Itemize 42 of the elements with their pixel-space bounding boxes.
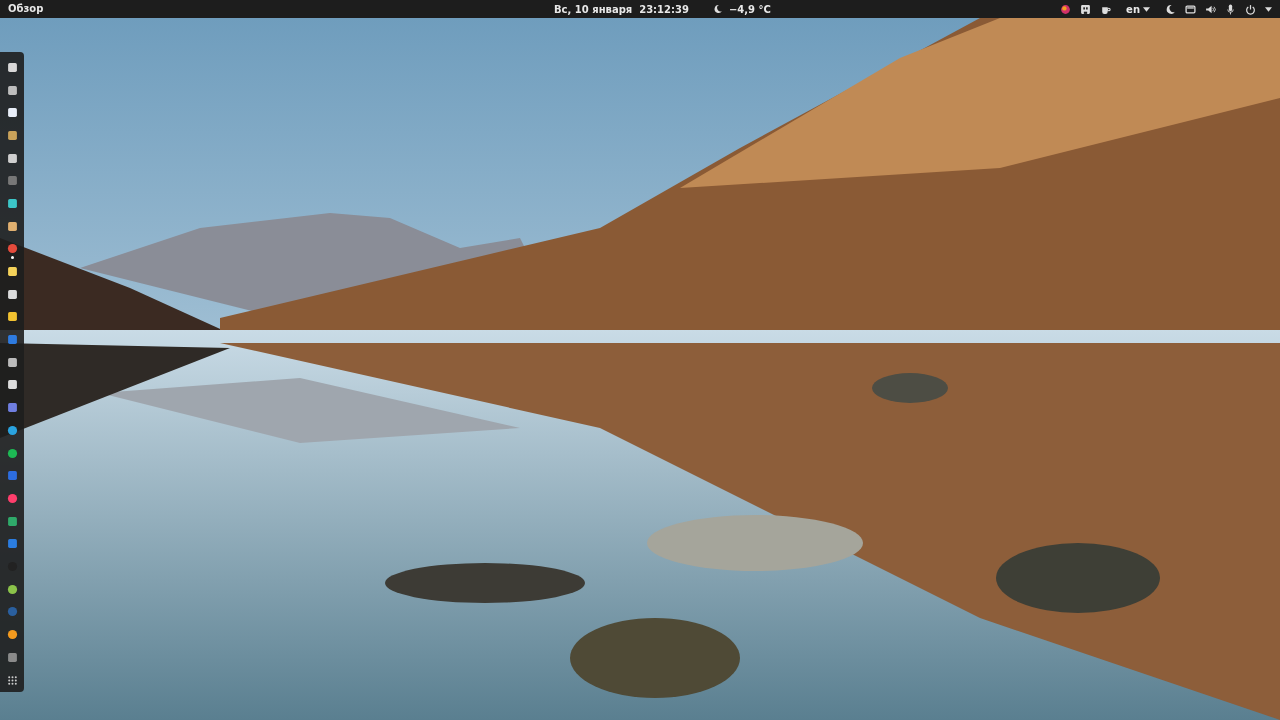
moon-icon[interactable]: [1165, 3, 1176, 15]
app-icon: [6, 447, 18, 459]
activities-button[interactable]: Обзор: [8, 0, 44, 18]
app-icon: [6, 492, 18, 504]
app-icon: [6, 538, 18, 550]
app-icon: [6, 334, 18, 346]
running-indicator: [10, 256, 14, 260]
app-icon: [6, 175, 18, 187]
app-icon: [6, 651, 18, 663]
app-icon: [6, 515, 18, 527]
caret-icon[interactable]: [1265, 6, 1272, 12]
power-icon[interactable]: [1245, 3, 1256, 15]
app-icon: [6, 129, 18, 141]
app-icon: [6, 61, 18, 73]
app-icon: [6, 266, 18, 278]
display-icon[interactable]: [1185, 3, 1196, 15]
moon-icon: [712, 4, 723, 14]
app-icon: [6, 402, 18, 414]
app-icon: [6, 470, 18, 482]
app-icon: [6, 107, 18, 119]
app-icon: [6, 379, 18, 391]
app-icon: [6, 583, 18, 595]
clock[interactable]: Вс, 10 января 23:12:39: [554, 3, 689, 15]
app-icon: [6, 288, 18, 300]
app-icon: [6, 424, 18, 436]
microphone-icon[interactable]: [1225, 3, 1236, 15]
caret-icon: [1143, 6, 1150, 12]
app-icon: [6, 197, 18, 209]
volume-icon[interactable]: [1205, 3, 1216, 15]
app-icon: [6, 84, 18, 96]
app-icon: [6, 356, 18, 368]
app-icon: [6, 629, 18, 641]
app-icon: [6, 220, 18, 232]
app-icon: [6, 311, 18, 323]
app-indicator-icon[interactable]: [1060, 3, 1072, 15]
app-grid-icon[interactable]: [6, 674, 18, 686]
app-icon: [6, 243, 18, 255]
weather-temperature[interactable]: −4,9 °C: [728, 3, 771, 15]
indicator-icon[interactable]: [1080, 3, 1092, 15]
app-icon: [6, 606, 18, 618]
keyboard-layout-menu[interactable]: en: [1126, 3, 1150, 15]
app-icon: [6, 152, 18, 164]
